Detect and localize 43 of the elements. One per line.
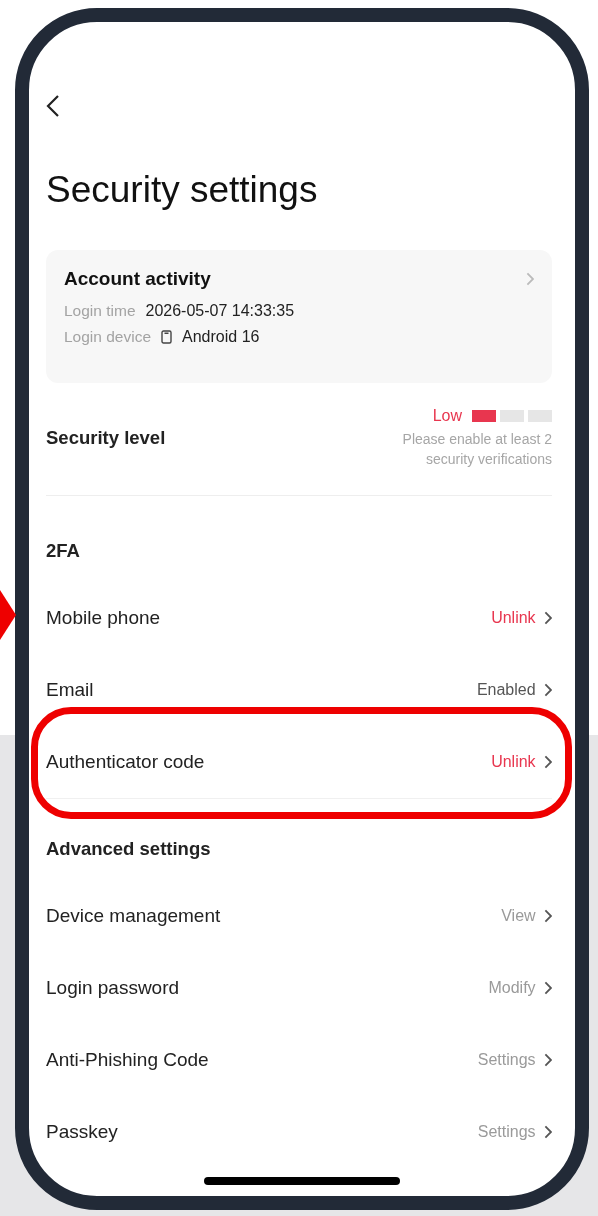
security-level-label: Security level [46, 426, 166, 449]
back-icon [46, 94, 60, 118]
row-label: Anti-Phishing Code [46, 1049, 209, 1071]
security-hint: Please enable at least 2 security verifications [401, 429, 552, 469]
chevron-right-icon [543, 909, 552, 923]
field-label: Login device [64, 328, 152, 346]
page-title: Security settings [46, 168, 319, 212]
settings-row[interactable]: Email Enabled [46, 654, 552, 726]
row-value: Unlink [491, 609, 536, 627]
row-value: Settings [477, 1123, 536, 1141]
field-value: 2026-05-07 14:33:35 [145, 302, 295, 320]
chevron-right-icon [543, 611, 552, 625]
row-label: Mobile phone [46, 607, 161, 629]
chevron-right-icon [543, 683, 552, 697]
field-label: Login time [64, 302, 136, 320]
row-label: Device management [46, 905, 221, 927]
row-value: Unlink [491, 753, 536, 771]
chevron-right-icon [543, 1125, 552, 1139]
row-label: Passkey [46, 1121, 118, 1143]
row-value: Enabled [476, 681, 536, 699]
chevron-right-icon [543, 1053, 552, 1067]
field-value: Android 16 [182, 328, 260, 346]
chevron-right-icon [543, 755, 552, 769]
row-value: View [501, 907, 536, 925]
card-title: Account activity [64, 268, 211, 290]
row-label: Login password [46, 977, 180, 999]
row-value: Settings [477, 1051, 536, 1069]
settings-row[interactable]: Device management View [46, 880, 552, 952]
settings-row[interactable]: Login password Modify [46, 952, 552, 1024]
section-title: Advanced settings [46, 838, 211, 860]
chevron-right-icon [525, 272, 534, 286]
row-label: Authenticator code [46, 751, 205, 773]
phone-icon [161, 330, 173, 344]
security-rating: Low [432, 406, 462, 425]
settings-row[interactable]: Anti-Phishing Code Settings [46, 1024, 552, 1096]
settings-row[interactable]: Mobile phone Unlink [46, 582, 552, 654]
settings-row[interactable]: Passkey Settings [46, 1096, 552, 1168]
settings-row[interactable]: Authenticator code Unlink [46, 726, 552, 798]
section-title: 2FA [46, 540, 80, 562]
chevron-right-icon [543, 981, 552, 995]
row-label: Email [46, 679, 94, 701]
account-activity-card[interactable]: Account activity Login time 2026-05-07 14:33:35 Login device Android 16 [46, 250, 552, 383]
row-value: Modify [488, 979, 536, 997]
